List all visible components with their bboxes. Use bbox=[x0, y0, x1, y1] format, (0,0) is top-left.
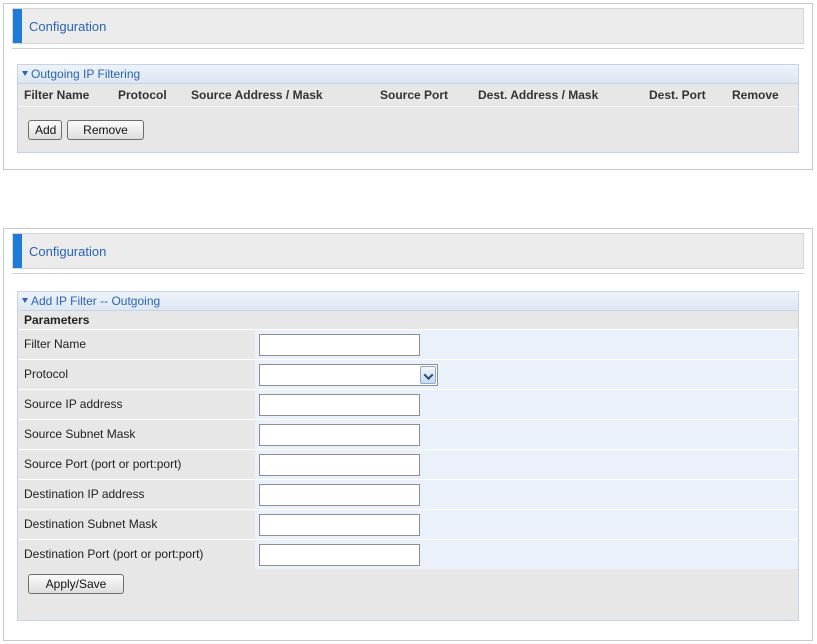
form-row-protocol: Protocol bbox=[18, 359, 798, 389]
parameters-heading: Parameters bbox=[18, 311, 798, 329]
column-header-protocol: Protocol bbox=[118, 88, 167, 102]
form-row-source-ip: Source IP address bbox=[18, 389, 798, 419]
configuration-header: Configuration bbox=[12, 233, 804, 269]
add-filter-panel: Configuration Add IP Filter -- Outgoing … bbox=[3, 228, 813, 641]
configuration-accent-bar bbox=[13, 234, 22, 268]
divider bbox=[12, 48, 804, 49]
add-button[interactable]: Add bbox=[28, 120, 62, 140]
apply-save-button[interactable]: Apply/Save bbox=[28, 574, 124, 594]
section-header[interactable]: Outgoing IP Filtering bbox=[18, 65, 798, 84]
field-label: Source Port (port or port:port) bbox=[18, 450, 254, 479]
source-ip-input[interactable] bbox=[259, 394, 420, 416]
field-label: Source IP address bbox=[18, 390, 254, 419]
triangle-down-icon bbox=[22, 298, 28, 304]
configuration-accent-bar bbox=[13, 9, 22, 43]
filter-list-panel: Configuration Outgoing IP Filtering Filt… bbox=[3, 3, 813, 170]
column-header-dest-port: Dest. Port bbox=[649, 88, 706, 102]
configuration-title: Configuration bbox=[29, 244, 107, 259]
filter-name-input[interactable] bbox=[259, 334, 420, 356]
field-label: Destination Port (port or port:port) bbox=[18, 540, 254, 569]
triangle-down-icon bbox=[22, 71, 28, 77]
form-row-filter-name: Filter Name bbox=[18, 329, 798, 359]
source-subnet-mask-input[interactable] bbox=[259, 424, 420, 446]
form-row-source-subnet-mask: Source Subnet Mask bbox=[18, 419, 798, 449]
column-header-source-address: Source Address / Mask bbox=[191, 88, 323, 102]
column-header-source-port: Source Port bbox=[380, 88, 449, 102]
field-label: Source Subnet Mask bbox=[18, 420, 254, 449]
field-label: Destination Subnet Mask bbox=[18, 510, 254, 539]
section-title: Outgoing IP Filtering bbox=[31, 67, 141, 81]
configuration-title: Configuration bbox=[29, 19, 107, 34]
protocol-select[interactable] bbox=[259, 364, 438, 386]
remove-button[interactable]: Remove bbox=[67, 120, 144, 140]
source-port-input[interactable] bbox=[259, 454, 420, 476]
destination-ip-input[interactable] bbox=[259, 484, 420, 506]
form-row-destination-ip: Destination IP address bbox=[18, 479, 798, 509]
column-header-dest-address: Dest. Address / Mask bbox=[478, 88, 599, 102]
outgoing-ip-filtering-section: Outgoing IP Filtering Filter Name Protoc… bbox=[17, 64, 799, 153]
configuration-header: Configuration bbox=[12, 8, 804, 44]
form-row-destination-subnet-mask: Destination Subnet Mask bbox=[18, 509, 798, 539]
destination-port-input[interactable] bbox=[259, 544, 420, 566]
section-title: Add IP Filter -- Outgoing bbox=[31, 294, 161, 308]
table-header-row: Filter Name Protocol Source Address / Ma… bbox=[18, 84, 798, 107]
column-header-remove: Remove bbox=[732, 88, 779, 102]
form-row-destination-port: Destination Port (port or port:port) bbox=[18, 539, 798, 569]
divider bbox=[12, 273, 804, 274]
field-label: Filter Name bbox=[18, 330, 254, 359]
form-row-source-port: Source Port (port or port:port) bbox=[18, 449, 798, 479]
section-header[interactable]: Add IP Filter -- Outgoing bbox=[18, 292, 798, 311]
field-label: Destination IP address bbox=[18, 480, 254, 509]
column-header-filter-name: Filter Name bbox=[24, 88, 90, 102]
destination-subnet-mask-input[interactable] bbox=[259, 514, 420, 536]
add-ip-filter-section: Add IP Filter -- Outgoing Parameters Fil… bbox=[17, 291, 799, 621]
chevron-down-icon[interactable] bbox=[420, 366, 436, 384]
field-label: Protocol bbox=[18, 360, 254, 389]
